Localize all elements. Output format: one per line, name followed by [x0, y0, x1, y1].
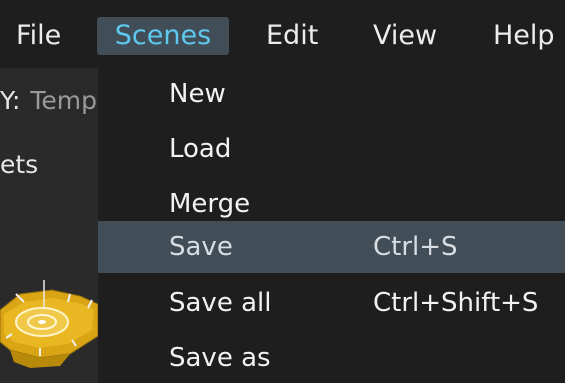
app-window: File Scenes Edit View Help Y: Templ ets — [0, 0, 565, 383]
menu-item-save-all[interactable]: Save all Ctrl+Shift+S — [98, 277, 565, 329]
menu-scenes[interactable]: Scenes — [97, 17, 229, 55]
menu-item-label: Load — [169, 134, 232, 164]
assets-label: ets — [0, 150, 39, 179]
menu-item-load[interactable]: Load — [98, 123, 565, 175]
menu-item-label: Save all — [169, 288, 272, 318]
query-value[interactable]: Templ — [30, 86, 98, 115]
query-label: Y: — [0, 86, 21, 115]
menu-item-shortcut: Ctrl+Shift+S — [373, 288, 539, 318]
menu-item-label: New — [169, 79, 226, 109]
menu-item-label: Save as — [169, 343, 271, 373]
menu-edit[interactable]: Edit — [266, 17, 318, 55]
menu-bar: File Scenes Edit View Help — [0, 0, 565, 68]
menu-file[interactable]: File — [16, 17, 61, 55]
gold-stadium-model-icon[interactable] — [0, 280, 98, 370]
scenes-dropdown: New Load Merge Save Ctrl+S Save all Ctrl… — [98, 68, 565, 383]
menu-item-shortcut: Ctrl+S — [373, 232, 458, 262]
menu-item-save[interactable]: Save Ctrl+S — [98, 221, 565, 273]
menu-view[interactable]: View — [373, 17, 437, 55]
menu-item-new[interactable]: New — [98, 68, 565, 120]
menu-help[interactable]: Help — [493, 17, 555, 55]
menu-item-label: Save — [169, 232, 233, 262]
left-panel: Y: Templ ets — [0, 68, 98, 383]
menu-item-save-as[interactable]: Save as — [98, 332, 565, 383]
query-row: Y: Templ — [0, 86, 98, 115]
